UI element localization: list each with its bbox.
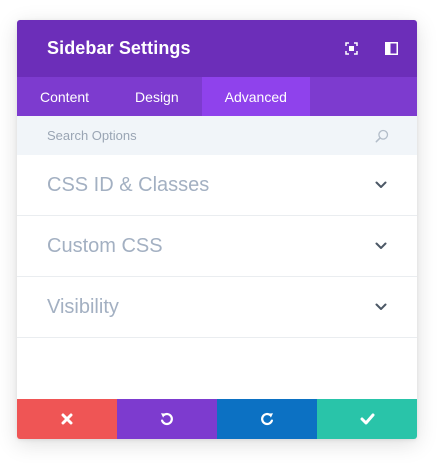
settings-modal: Sidebar Settings Content Design Advanced	[17, 20, 417, 439]
chevron-down-icon	[375, 181, 387, 189]
modal-title: Sidebar Settings	[47, 38, 191, 58]
tab-bar: Content Design Advanced	[17, 77, 417, 116]
save-button[interactable]	[317, 399, 417, 439]
discard-button[interactable]	[17, 399, 117, 439]
section-css-id-classes[interactable]: CSS ID & Classes	[17, 155, 417, 216]
chevron-down-icon	[375, 303, 387, 311]
section-label: Custom CSS	[47, 234, 163, 257]
sidebar-toggle-button[interactable]	[371, 20, 411, 77]
undo-icon	[160, 412, 174, 426]
tab-content[interactable]: Content	[17, 77, 112, 116]
close-icon	[61, 413, 73, 425]
tab-design[interactable]: Design	[112, 77, 202, 116]
section-custom-css[interactable]: Custom CSS	[17, 216, 417, 277]
sidebar-toggle-icon	[384, 42, 398, 55]
redo-icon	[260, 412, 274, 426]
expand-icon	[344, 42, 358, 55]
chevron-down-icon	[375, 242, 387, 250]
search-bar	[17, 116, 417, 155]
search-icon[interactable]	[375, 129, 389, 143]
modal-header: Sidebar Settings	[17, 20, 417, 77]
redo-button[interactable]	[217, 399, 317, 439]
tab-advanced[interactable]: Advanced	[201, 77, 310, 116]
search-input[interactable]	[47, 128, 375, 143]
expand-button[interactable]	[331, 20, 371, 77]
modal-footer	[17, 399, 417, 439]
section-label: Visibility	[47, 295, 119, 318]
check-icon	[360, 413, 375, 425]
undo-button[interactable]	[117, 399, 217, 439]
section-visibility[interactable]: Visibility	[17, 277, 417, 338]
section-label: CSS ID & Classes	[47, 173, 210, 196]
